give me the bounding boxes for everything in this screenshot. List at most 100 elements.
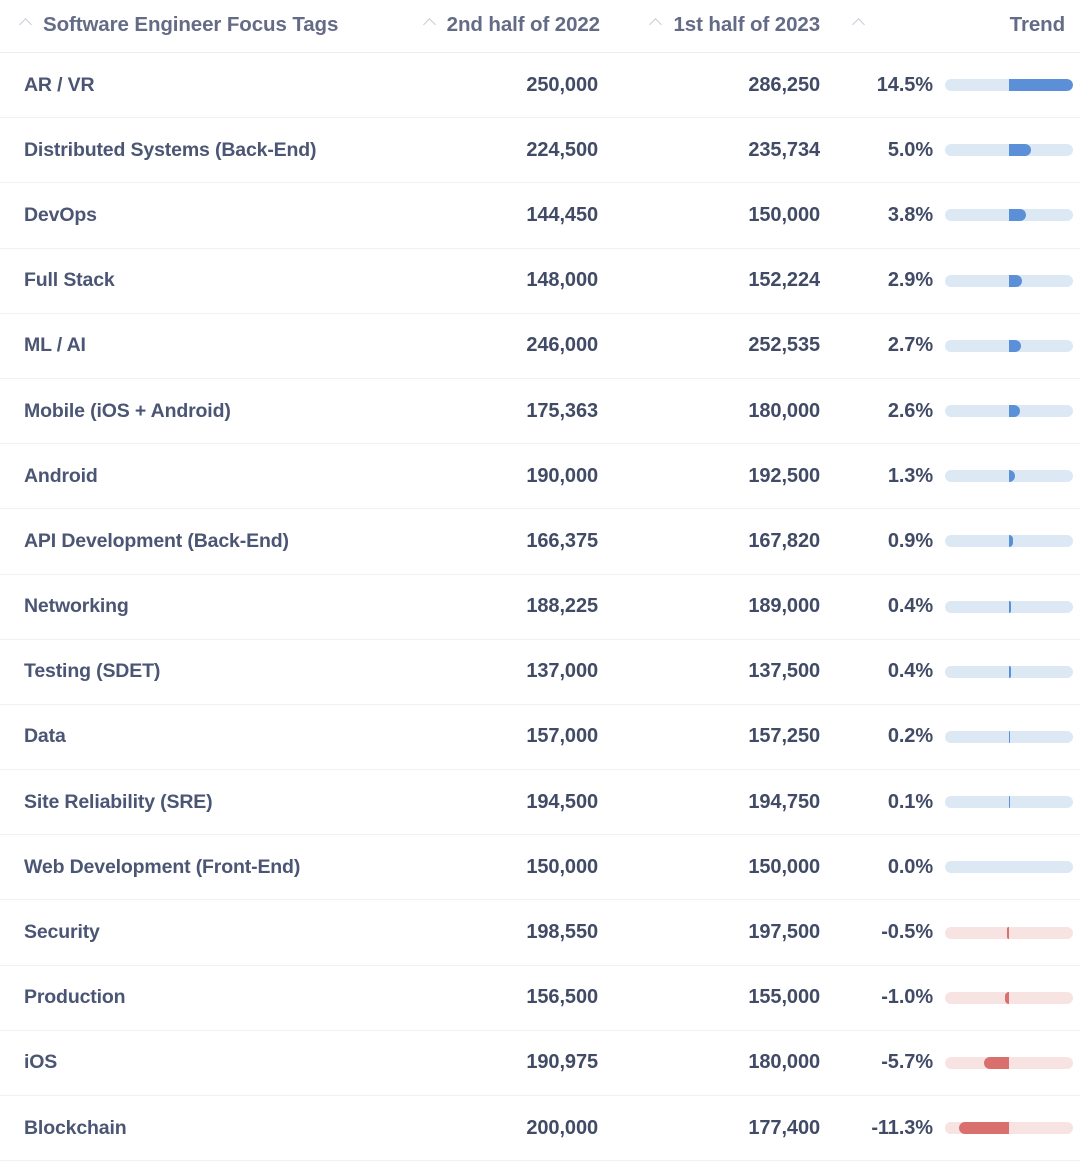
- trend-bar-fill: [1009, 796, 1011, 809]
- table-row[interactable]: Full Stack 148,000 152,224 2.9%: [0, 248, 1080, 314]
- cell-prev-period-value: 224,500: [390, 117, 610, 184]
- table-body: AR / VR 250,000 286,250 14.5% Distributed Sy…: [0, 52, 1080, 1162]
- cell-prev-period-value: 148,000: [390, 248, 610, 314]
- cell-focus-tag[interactable]: Distributed Systems (Back-End): [0, 117, 390, 184]
- table-row[interactable]: API Development (Back-End) 166,375 167,820…: [0, 508, 1080, 575]
- cell-trend-bar: [945, 965, 1080, 1031]
- table-row[interactable]: DevOps 144,450 150,000 3.8%: [0, 182, 1080, 249]
- cell-curr-period-value: 150,000: [610, 834, 835, 901]
- cell-trend-percent: 0.0%: [835, 834, 945, 901]
- cell-focus-tag[interactable]: Security: [0, 899, 390, 966]
- table-row[interactable]: Security 198,550 197,500 -0.5%: [0, 899, 1080, 966]
- chevron-up-icon[interactable]: [20, 16, 34, 30]
- cell-curr-period-value: 235,734: [610, 117, 835, 184]
- cell-focus-tag[interactable]: Networking: [0, 574, 390, 640]
- cell-focus-tag[interactable]: Data: [0, 704, 390, 771]
- cell-prev-period-value: 144,450: [390, 182, 610, 249]
- cell-trend-percent: 3.8%: [835, 182, 945, 249]
- cell-trend-bar: [945, 899, 1080, 966]
- cell-trend-bar: [945, 1030, 1080, 1097]
- column-header-trend-percent[interactable]: [835, 0, 945, 53]
- cell-focus-tag[interactable]: iOS: [0, 1030, 390, 1097]
- trend-bar-fill: [983, 1056, 1009, 1069]
- cell-focus-tag[interactable]: Site Reliability (SRE): [0, 769, 390, 836]
- trend-bar-fill: [1009, 339, 1021, 352]
- cell-prev-period-value: 246,000: [390, 313, 610, 379]
- cell-trend-percent: 0.9%: [835, 508, 945, 575]
- cell-focus-tag[interactable]: DevOps: [0, 182, 390, 249]
- cell-curr-period-value: 252,535: [610, 313, 835, 379]
- cell-prev-period-value: 250,000: [390, 52, 610, 119]
- cell-trend-percent: 2.6%: [835, 378, 945, 445]
- cell-trend-percent: -0.5%: [835, 899, 945, 966]
- cell-trend-bar: [945, 248, 1080, 314]
- cell-prev-period-value: 190,975: [390, 1030, 610, 1097]
- trend-table-container: Software Engineer Focus Tags 2nd half of…: [0, 0, 1080, 1163]
- table-row[interactable]: Data 157,000 157,250 0.2%: [0, 704, 1080, 771]
- trend-bar-fill: [1009, 274, 1022, 287]
- table-row[interactable]: Production 156,500 155,000 -1.0%: [0, 965, 1080, 1031]
- table-row[interactable]: Site Reliability (SRE) 194,500 194,750 0.1%: [0, 769, 1080, 836]
- cell-trend-bar: [945, 769, 1080, 836]
- trend-bar-track: [945, 79, 1073, 92]
- table-row[interactable]: Mobile (iOS + Android) 175,363 180,000 2.6%: [0, 378, 1080, 445]
- cell-curr-period-value: 189,000: [610, 574, 835, 640]
- cell-trend-bar: [945, 639, 1080, 705]
- cell-focus-tag[interactable]: Web Development (Front-End): [0, 834, 390, 901]
- column-header-prev-period[interactable]: 2nd half of 2022: [390, 0, 610, 53]
- cell-trend-bar: [945, 1095, 1080, 1162]
- column-header-label: Software Engineer Focus Tags: [43, 13, 339, 36]
- trend-bar-track: [945, 665, 1073, 678]
- table-row[interactable]: Blockchain 200,000 177,400 -11.3%: [0, 1095, 1080, 1162]
- cell-trend-percent: 0.4%: [835, 639, 945, 705]
- cell-prev-period-value: 156,500: [390, 965, 610, 1031]
- cell-trend-percent: 0.2%: [835, 704, 945, 771]
- cell-prev-period-value: 166,375: [390, 508, 610, 575]
- table-row[interactable]: iOS 190,975 180,000 -5.7%: [0, 1030, 1080, 1097]
- trend-bar-fill: [1009, 144, 1032, 157]
- cell-prev-period-value: 200,000: [390, 1095, 610, 1162]
- cell-focus-tag[interactable]: ML / AI: [0, 313, 390, 379]
- table-header: Software Engineer Focus Tags 2nd half of…: [0, 0, 1080, 53]
- cell-trend-bar: [945, 443, 1080, 510]
- trend-bar-fill: [1006, 926, 1009, 939]
- cell-prev-period-value: 188,225: [390, 574, 610, 640]
- table-row[interactable]: Testing (SDET) 137,000 137,500 0.4%: [0, 639, 1080, 705]
- cell-focus-tag[interactable]: Testing (SDET): [0, 639, 390, 705]
- cell-prev-period-value: 198,550: [390, 899, 610, 966]
- trend-bar-track: [945, 861, 1073, 874]
- cell-trend-percent: -11.3%: [835, 1095, 945, 1162]
- trend-bar-fill: [1009, 730, 1011, 743]
- table-row[interactable]: Networking 188,225 189,000 0.4%: [0, 574, 1080, 640]
- trend-bar-track: [945, 1056, 1073, 1069]
- trend-bar-track: [945, 535, 1073, 548]
- column-header-label: 1st half of 2023: [673, 13, 820, 36]
- table-row[interactable]: Android 190,000 192,500 1.3%: [0, 443, 1080, 510]
- table-row[interactable]: Distributed Systems (Back-End) 224,500 235…: [0, 117, 1080, 184]
- cell-trend-percent: 2.9%: [835, 248, 945, 314]
- cell-prev-period-value: 157,000: [390, 704, 610, 771]
- cell-curr-period-value: 177,400: [610, 1095, 835, 1162]
- trend-bar-fill: [1009, 405, 1021, 418]
- cell-curr-period-value: 155,000: [610, 965, 835, 1031]
- cell-focus-tag[interactable]: Production: [0, 965, 390, 1031]
- cell-focus-tag[interactable]: Mobile (iOS + Android): [0, 378, 390, 445]
- cell-focus-tag[interactable]: AR / VR: [0, 52, 390, 119]
- cell-focus-tag[interactable]: Android: [0, 443, 390, 510]
- table-row[interactable]: Web Development (Front-End) 150,000 150,00…: [0, 834, 1080, 901]
- table-row[interactable]: AR / VR 250,000 286,250 14.5%: [0, 52, 1080, 119]
- table-row[interactable]: ML / AI 246,000 252,535 2.7%: [0, 313, 1080, 379]
- cell-trend-bar: [945, 117, 1080, 184]
- cell-focus-tag[interactable]: Blockchain: [0, 1095, 390, 1162]
- column-header-focus-tags[interactable]: Software Engineer Focus Tags: [0, 0, 390, 53]
- cell-focus-tag[interactable]: Full Stack: [0, 248, 390, 314]
- chevron-up-icon[interactable]: [853, 16, 867, 30]
- cell-curr-period-value: 180,000: [610, 1030, 835, 1097]
- trend-bar-fill: [1009, 665, 1011, 678]
- chevron-up-icon[interactable]: [650, 16, 664, 30]
- chevron-up-icon[interactable]: [424, 16, 438, 30]
- column-header-curr-period[interactable]: 1st half of 2023: [610, 0, 835, 53]
- cell-focus-tag[interactable]: API Development (Back-End): [0, 508, 390, 575]
- trend-bar-track: [945, 730, 1073, 743]
- trend-bar-track: [945, 405, 1073, 418]
